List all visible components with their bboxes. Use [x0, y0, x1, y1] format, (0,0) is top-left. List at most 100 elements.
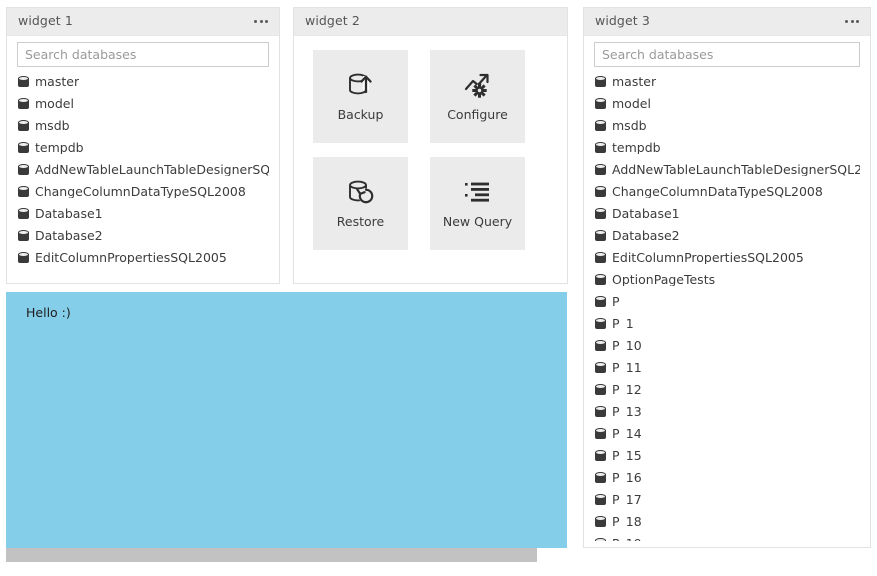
database-icon [595, 494, 606, 507]
list-item-label: ChangeColumnDataTypeSQL2008 [35, 186, 246, 199]
database-icon [595, 76, 606, 89]
list-item-label: tempdb [35, 142, 84, 155]
widget-2-title: widget 2 [305, 15, 360, 28]
database-icon [595, 538, 606, 542]
list-item[interactable]: ChangeColumnDataTypeSQL2008 [17, 181, 269, 203]
list-item-label: P_1 [612, 318, 634, 331]
list-item[interactable]: AddNewTableLaunchTableDesignerSQL2 [594, 159, 860, 181]
list-item-label: P_18 [612, 516, 642, 529]
ellipsis-horizontal-icon [260, 20, 263, 23]
list-item[interactable]: tempdb [594, 137, 860, 159]
database-icon [595, 318, 606, 331]
widget-3-menu-button[interactable] [844, 16, 860, 27]
list-item[interactable]: AddNewTableLaunchTableDesignerSQL2 [17, 159, 269, 181]
list-item[interactable]: P_18 [594, 511, 860, 533]
list-item[interactable]: master [17, 71, 269, 93]
list-item-label: AddNewTableLaunchTableDesignerSQL2 [35, 164, 269, 177]
list-item-label: tempdb [612, 142, 661, 155]
widget-3: widget 3 mastermodelmsdb tempdb AddNewTabl… [583, 7, 871, 548]
widget-1-content: master model msdb tempdb AddNewTableLaunchTa… [17, 42, 269, 277]
new-query-tile[interactable]: New Query [430, 157, 525, 250]
ellipsis-horizontal-icon [254, 20, 257, 23]
search-input[interactable] [17, 42, 269, 67]
list-item-label: AddNewTableLaunchTableDesignerSQL2 [612, 164, 860, 177]
database-icon [595, 274, 606, 287]
list-item-label: Database1 [612, 208, 680, 221]
widget-2-body: Backup [294, 36, 567, 283]
new-query-tile-label: New Query [443, 216, 512, 229]
backup-tile-label: Backup [338, 109, 384, 122]
query-list-icon [458, 172, 498, 212]
widget-3-body: mastermodelmsdb tempdb AddNewTableLaunchTa… [584, 36, 870, 547]
database-icon [18, 252, 29, 265]
ellipsis-horizontal-icon [851, 20, 854, 23]
database-icon [595, 186, 606, 199]
hello-surface: Hello :) [6, 292, 567, 548]
widget-1-menu-button[interactable] [253, 16, 269, 27]
list-item[interactable]: OptionPageTests [594, 269, 860, 291]
widget-1-body: master model msdb tempdb AddNewTableLaunchTa… [7, 36, 279, 283]
list-item[interactable]: P_1 [594, 313, 860, 335]
list-item[interactable]: master [594, 71, 860, 93]
ellipsis-horizontal-icon [845, 20, 848, 23]
list-item-label: model [35, 98, 74, 111]
horizontal-scrollbar[interactable] [6, 548, 537, 562]
database-icon [18, 98, 29, 111]
list-item[interactable]: msdb [594, 115, 860, 137]
hello-widget: Hello :) [6, 292, 567, 562]
list-item[interactable]: P_14 [594, 423, 860, 445]
scrollbar-thumb[interactable] [6, 548, 537, 562]
list-item[interactable]: P_15 [594, 445, 860, 467]
list-item-label: Database2 [35, 230, 103, 243]
list-item-label: P_19 [612, 538, 642, 541]
list-item-label: Database1 [35, 208, 103, 221]
list-item-label: ChangeColumnDataTypeSQL2008 [612, 186, 823, 199]
database-icon [595, 98, 606, 111]
list-item[interactable]: tempdb [17, 137, 269, 159]
widget-3-header: widget 3 [584, 8, 870, 36]
database-icon [18, 142, 29, 155]
list-item[interactable]: Database1 [17, 203, 269, 225]
list-item-label: OptionPageTests [612, 274, 715, 287]
list-item[interactable]: msdb [17, 115, 269, 137]
database-icon [18, 76, 29, 89]
ellipsis-horizontal-icon [856, 20, 859, 23]
list-item[interactable]: P_17 [594, 489, 860, 511]
list-item[interactable]: model [594, 93, 860, 115]
database-icon [595, 142, 606, 155]
database-icon [595, 428, 606, 441]
database-list: mastermodelmsdb tempdb AddNewTableLaunchTa… [594, 67, 860, 541]
database-icon [595, 296, 606, 309]
list-item[interactable]: Database1 [594, 203, 860, 225]
search-input[interactable] [594, 42, 860, 67]
database-icon [18, 208, 29, 221]
list-item[interactable]: EditColumnPropertiesSQL2005 [17, 247, 269, 269]
list-item[interactable]: Database2 [17, 225, 269, 247]
configure-tile[interactable]: Configure [430, 50, 525, 143]
trend-gear-icon [458, 65, 498, 105]
list-item[interactable]: P_16 [594, 467, 860, 489]
list-item[interactable]: model [17, 93, 269, 115]
database-icon [595, 252, 606, 265]
list-item[interactable]: P_10 [594, 335, 860, 357]
action-tile-grid: Backup [313, 50, 525, 250]
list-item-label: P_17 [612, 494, 642, 507]
list-item[interactable]: ChangeColumnDataTypeSQL2008 [594, 181, 860, 203]
list-item[interactable]: P_12 [594, 379, 860, 401]
database-icon [595, 120, 606, 133]
ellipsis-horizontal-icon [265, 20, 268, 23]
list-item[interactable]: P [594, 291, 860, 313]
backup-tile[interactable]: Backup [313, 50, 408, 143]
restore-tile[interactable]: Restore [313, 157, 408, 250]
list-item[interactable]: EditColumnPropertiesSQL2005 [594, 247, 860, 269]
list-item[interactable]: P_11 [594, 357, 860, 379]
database-list: master model msdb tempdb AddNewTableLaunchTa… [17, 67, 269, 269]
list-item[interactable]: P_19 [594, 533, 860, 541]
list-item[interactable]: P_13 [594, 401, 860, 423]
list-item-label: P_14 [612, 428, 642, 441]
database-upload-icon [341, 65, 381, 105]
list-item[interactable]: Database2 [594, 225, 860, 247]
restore-tile-label: Restore [337, 216, 384, 229]
list-item-label: P [612, 296, 620, 309]
list-item-label: P_13 [612, 406, 642, 419]
